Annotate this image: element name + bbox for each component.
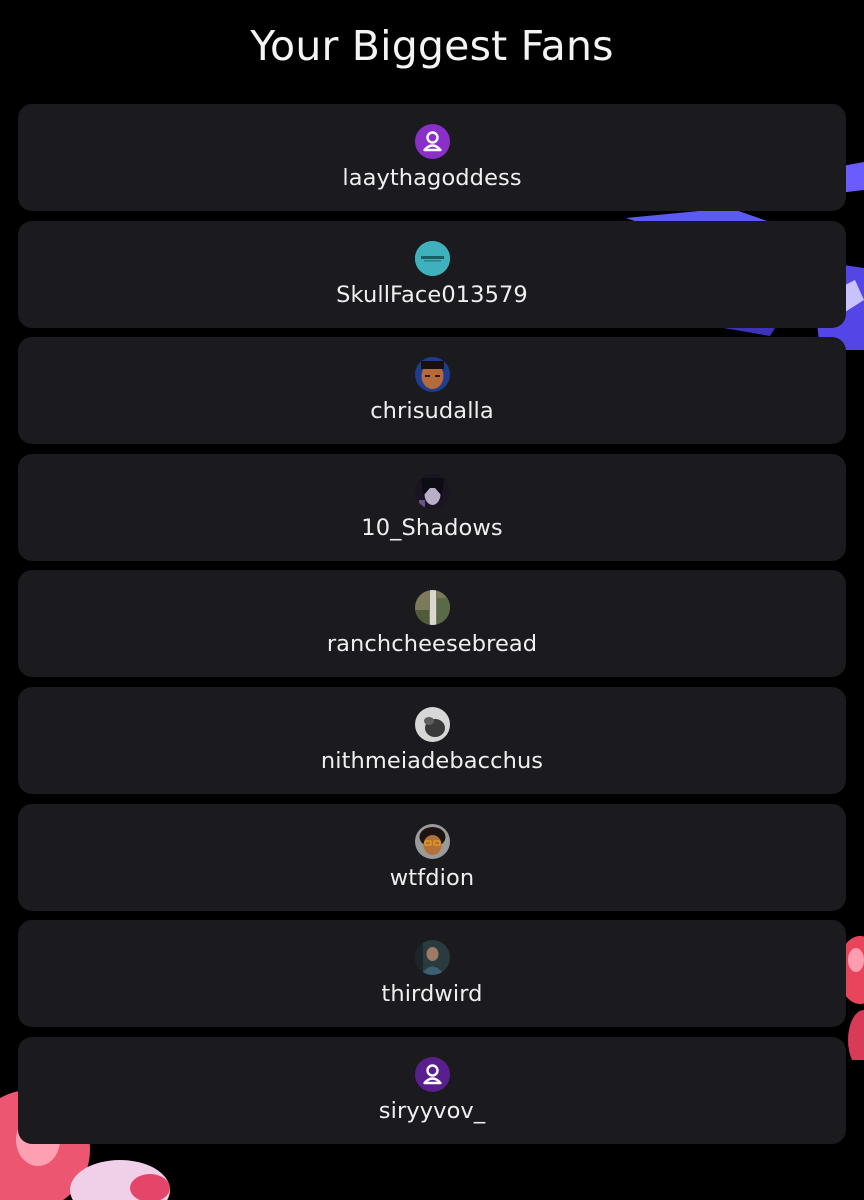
page-title: Your Biggest Fans: [250, 22, 614, 70]
fan-name: nithmeiadebacchus: [320, 747, 544, 774]
photo-avatar-icon: [414, 590, 450, 626]
fan-list: laaythagoddess SkullFace013579 chrisudal…: [18, 104, 846, 1153]
list-item[interactable]: nithmeiadebacchus: [18, 686, 846, 794]
list-item[interactable]: wtfdion: [18, 803, 846, 911]
list-item[interactable]: thirdwird: [18, 920, 846, 1028]
list-item[interactable]: chrisudalla: [18, 337, 846, 445]
list-item[interactable]: siryyvov_: [18, 1036, 846, 1144]
fan-name: wtfdion: [389, 864, 475, 891]
list-item[interactable]: 10_Shadows: [18, 453, 846, 561]
fan-name: siryyvov_: [378, 1097, 486, 1124]
fan-name: ranchcheesebread: [326, 631, 538, 658]
page: Your Biggest Fans laaythagoddess SkullFa…: [0, 0, 864, 1200]
fan-name: thirdwird: [381, 981, 483, 1008]
list-item[interactable]: ranchcheesebread: [18, 570, 846, 678]
fan-name: SkullFace013579: [336, 281, 528, 308]
cartoon-avatar-icon: [414, 823, 450, 859]
photo-avatar-icon: [414, 357, 450, 393]
photo-avatar-icon: [414, 940, 450, 976]
fan-name: 10_Shadows: [361, 514, 503, 541]
list-item[interactable]: laaythagoddess: [18, 104, 846, 211]
fan-name: chrisudalla: [370, 398, 494, 425]
photo-avatar-icon: [414, 473, 450, 509]
photo-avatar-icon: [414, 706, 450, 742]
fan-name: laaythagoddess: [342, 165, 522, 191]
teal-logo-avatar: [414, 240, 450, 276]
default-user-icon: [414, 1056, 450, 1092]
list-item[interactable]: SkullFace013579: [18, 220, 846, 328]
default-user-icon: [414, 124, 450, 159]
